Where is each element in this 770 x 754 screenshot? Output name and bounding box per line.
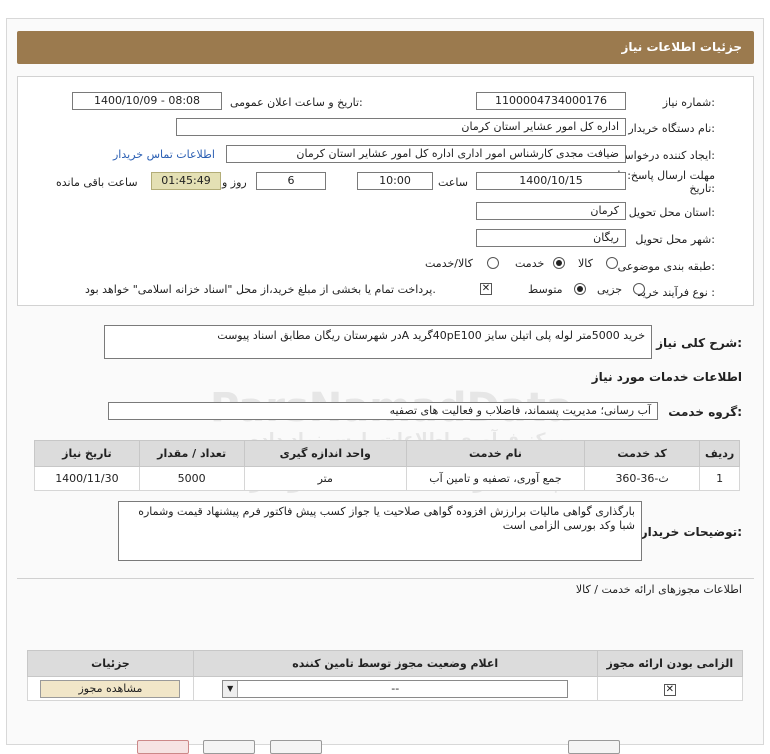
- permit-required-checkbox[interactable]: ✕: [663, 683, 676, 696]
- col-service-code: کد خدمت: [583, 440, 701, 467]
- deadline-time-field: 10:00: [357, 172, 433, 190]
- category-label: طبقه بندی موضوعی:: [617, 260, 715, 273]
- days-field: 6: [256, 172, 326, 190]
- col-quantity: تعداد / مقدار: [138, 440, 245, 467]
- buyer-contact-link[interactable]: اطلاعات تماس خریدار: [113, 148, 215, 161]
- category-radio-service[interactable]: [553, 257, 565, 269]
- deadline-label-date: تاریخ:: [689, 182, 715, 195]
- category-radio-goods[interactable]: [606, 257, 618, 269]
- col-service-name: نام خدمت: [405, 440, 585, 467]
- category-radio-both[interactable]: [487, 257, 499, 269]
- bottom-button-3[interactable]: [270, 740, 322, 754]
- row-need-date: 1400/11/30: [34, 466, 140, 491]
- creator-field: ضیافت مجدی کارشناس امور اداری اداره کل ا…: [226, 145, 626, 163]
- page-header: جزئیات اطلاعات نیاز: [17, 31, 754, 64]
- service-group-label: گروه خدمت:: [668, 405, 742, 419]
- table-row: 1 ث-36-360 جمع آوری، تصفیه و تامین آب مت…: [34, 466, 740, 491]
- purchase-radio-minor[interactable]: [633, 283, 645, 295]
- chevron-down-icon: ▼: [223, 680, 239, 697]
- announce-label: تاریخ و ساعت اعلان عمومی:: [230, 96, 363, 109]
- category-service-label: خدمت: [515, 257, 545, 270]
- countdown-timer: 01:45:49: [151, 172, 221, 190]
- description-field: خرید 5000متر لوله پلی اتیلن سایز 40pE100…: [104, 325, 652, 359]
- category-goods-label: کالا: [578, 257, 593, 270]
- buyer-notes-label: توضیحات خریدار:: [640, 525, 742, 539]
- service-group-field: آب رسانی؛ مدیریت پسماند، فاضلاب و فعالیت…: [108, 402, 658, 420]
- row-index: 1: [699, 466, 740, 491]
- bottom-button-2[interactable]: [203, 740, 255, 754]
- deadline-label: مهلت ارسال پاسخ: تا: [617, 169, 715, 182]
- col-permit-details: جزئیات: [27, 650, 194, 677]
- need-number-field: 1100004734000176: [476, 92, 626, 110]
- purchase-medium-label: متوسط: [528, 283, 563, 296]
- announce-field: 1400/10/09 - 08:08: [72, 92, 222, 110]
- row-quantity: 5000: [138, 466, 245, 491]
- category-both-label: کالا/خدمت: [425, 257, 473, 270]
- days-label: روز و: [222, 176, 247, 189]
- table-row: ✕ ▼ -- مشاهده مجوز: [27, 676, 744, 701]
- services-table: ردیف کد خدمت نام خدمت واحد اندازه گیری ت…: [34, 440, 740, 491]
- buyer-org-label: نام دستگاه خریدار:: [628, 122, 715, 135]
- purchase-type-label: نوع فرآیند خرید :: [637, 286, 715, 299]
- purchase-radio-medium[interactable]: [574, 283, 586, 295]
- buyer-org-field: اداره کل امور عشایر استان کرمان: [176, 118, 626, 136]
- col-permit-required: الزامی بودن ارائه مجوز: [596, 650, 744, 677]
- col-need-date: تاریخ نیاز: [34, 440, 140, 467]
- need-number-label: شماره نیاز:: [662, 96, 715, 109]
- permit-required-cell: ✕: [596, 676, 744, 701]
- services-section-title: اطلاعات خدمات مورد نیاز: [591, 370, 742, 384]
- city-label: شهر محل تحویل:: [635, 233, 715, 246]
- permits-section-title: اطلاعات مجوزهای ارائه خدمت / کالا: [575, 583, 742, 596]
- permit-status-select[interactable]: ▼ --: [222, 679, 569, 698]
- col-index: ردیف: [699, 440, 740, 467]
- services-table-header: ردیف کد خدمت نام خدمت واحد اندازه گیری ت…: [34, 440, 740, 467]
- col-permit-status: اعلام وضعیت مجوز توسط تامین کننده: [192, 650, 598, 677]
- time-label: ساعت: [438, 176, 468, 189]
- payment-note: پرداخت تمام یا بخشی از مبلغ خرید،از محل …: [85, 283, 436, 296]
- col-unit: واحد اندازه گیری: [243, 440, 407, 467]
- bottom-button-4[interactable]: [568, 740, 620, 754]
- row-service-code: ث-36-360: [583, 466, 701, 491]
- purchase-minor-label: جزیی: [597, 283, 623, 296]
- permits-table: الزامی بودن ارائه مجوز اعلام وضعیت مجوز …: [27, 650, 744, 701]
- province-label: استان محل تحویل:: [628, 206, 715, 219]
- permit-status-value: --: [391, 681, 400, 695]
- description-label: شرح کلی نیاز:: [656, 336, 742, 350]
- deadline-date-field: 1400/10/15: [476, 172, 626, 190]
- view-permit-button[interactable]: مشاهده مجوز: [40, 679, 181, 698]
- permit-status-cell: ▼ --: [192, 676, 598, 701]
- row-service-name: جمع آوری، تصفیه و تامین آب: [405, 466, 585, 491]
- row-unit: متر: [243, 466, 407, 491]
- creator-label: ایجاد کننده درخواست:: [613, 149, 715, 162]
- bottom-button-1[interactable]: [137, 740, 189, 754]
- buyer-notes-field: بارگذاری گواهی مالیات برارزش افزوده گواه…: [118, 501, 642, 561]
- page-title: جزئیات اطلاعات نیاز: [621, 40, 742, 54]
- province-field: کرمان: [476, 202, 626, 220]
- city-field: ریگان: [476, 229, 626, 247]
- permit-details-cell: مشاهده مجوز: [27, 676, 194, 701]
- treasury-checkbox[interactable]: ✕: [480, 283, 492, 295]
- permits-table-header: الزامی بودن ارائه مجوز اعلام وضعیت مجوز …: [27, 650, 744, 677]
- remaining-label: ساعت باقی مانده: [56, 176, 138, 189]
- permits-divider: [17, 578, 754, 579]
